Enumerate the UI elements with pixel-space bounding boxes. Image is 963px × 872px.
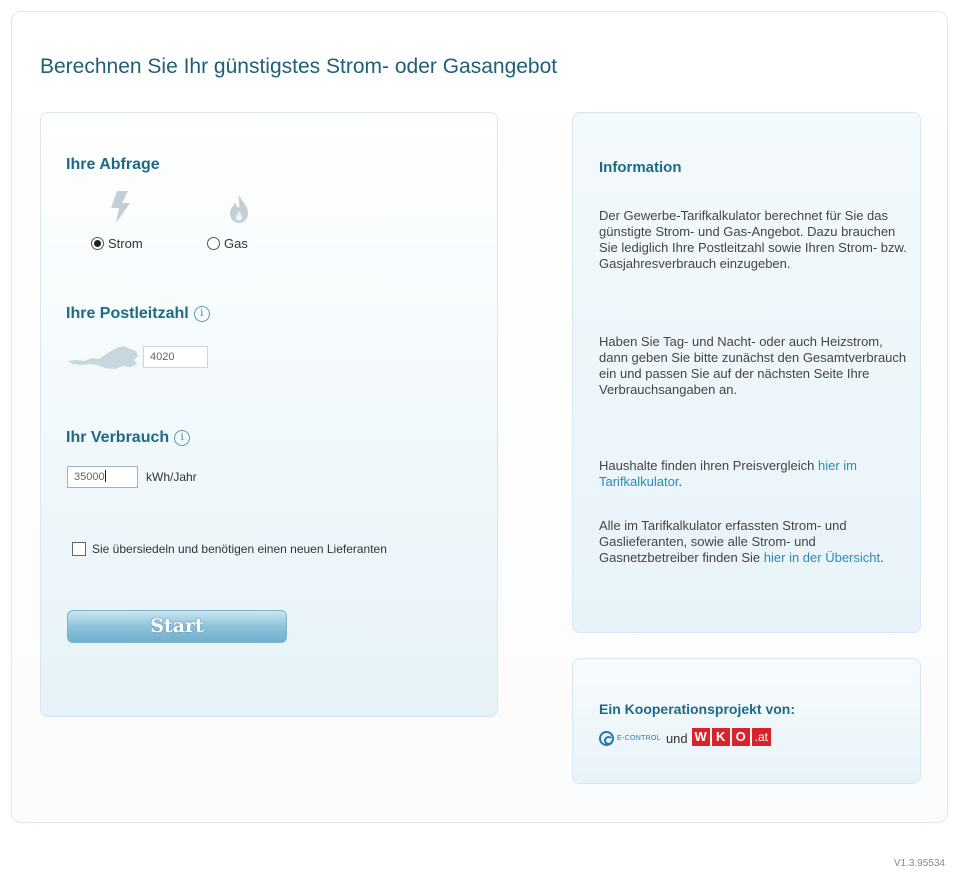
query-heading: Ihre Abfrage (66, 156, 160, 173)
postcode-input[interactable]: 4020 (143, 346, 208, 368)
wko-letter-w: W (691, 728, 710, 746)
overview-link[interactable]: hier in der Übersicht (764, 550, 880, 565)
information-panel: Information Der Gewerbe-Tarifkalkulator … (572, 112, 921, 633)
page-title: Berechnen Sie Ihr günstigstes Strom- ode… (40, 55, 558, 78)
text-caret (104, 470, 106, 482)
cooperation-panel: Ein Kooperationsprojekt von: E-CONTROL u… (572, 658, 921, 784)
relocation-option[interactable]: Sie übersiedeln und benötigen einen neue… (72, 542, 387, 556)
relocation-checkbox[interactable] (72, 542, 86, 556)
postcode-info-icon[interactable]: i (193, 306, 210, 322)
information-paragraph-3: Haushalte finden ihren Preisvergleich hi… (599, 458, 911, 490)
consumption-unit: kWh/Jahr (146, 470, 197, 484)
information-paragraph-1: Der Gewerbe-Tarifkalkulator berechnet fü… (599, 208, 907, 271)
and-text: und (665, 731, 688, 746)
consumption-heading: Ihr Verbrauch i (66, 429, 191, 447)
radio-gas[interactable]: Gas (207, 236, 248, 251)
postcode-heading: Ihre Postleitzahl i (66, 305, 210, 323)
lightning-icon (111, 191, 130, 223)
flame-icon (230, 195, 248, 223)
start-button[interactable]: Start (67, 610, 287, 643)
version-label: V1.3.95534 (893, 858, 945, 869)
paragraph-3-text: Haushalte finden ihren Preisvergleich (599, 458, 818, 473)
wko-letter-k: K (711, 728, 730, 746)
wko-suffix: .at (751, 728, 771, 746)
consumption-input[interactable]: 35000 (67, 466, 138, 488)
partner-logos: E-CONTROL und W K O .at (599, 728, 771, 746)
radio-gas-label: Gas (224, 236, 248, 251)
consumption-input-value: 35000 (74, 471, 105, 483)
radio-strom-label: Strom (108, 236, 143, 251)
radio-strom[interactable]: Strom (91, 236, 143, 251)
consumption-heading-text: Ihr Verbrauch (66, 429, 170, 446)
econtrol-logo[interactable]: E-CONTROL (599, 731, 661, 746)
information-paragraph-4: Alle im Tarifkalkulator erfassten Strom-… (599, 518, 911, 566)
relocation-label: Sie übersiedeln und benötigen einen neue… (92, 542, 387, 556)
information-paragraph-2: Haben Sie Tag- und Nacht- oder auch Heiz… (599, 334, 907, 397)
econtrol-text: E-CONTROL (617, 735, 661, 742)
wko-logo[interactable]: W K O .at (691, 728, 771, 746)
econtrol-icon (599, 731, 614, 746)
paragraph-4-end: . (880, 550, 884, 565)
postcode-heading-text: Ihre Postleitzahl (66, 305, 189, 322)
austria-map-icon (68, 346, 138, 369)
paragraph-3-end: . (678, 474, 683, 489)
cooperation-title: Ein Kooperationsprojekt von: (599, 701, 796, 717)
consumption-info-icon[interactable]: i (174, 430, 191, 446)
radio-gas-indicator[interactable] (207, 237, 220, 250)
radio-strom-indicator[interactable] (91, 237, 104, 250)
information-title: Information (599, 159, 682, 176)
wko-letter-o: O (731, 728, 750, 746)
